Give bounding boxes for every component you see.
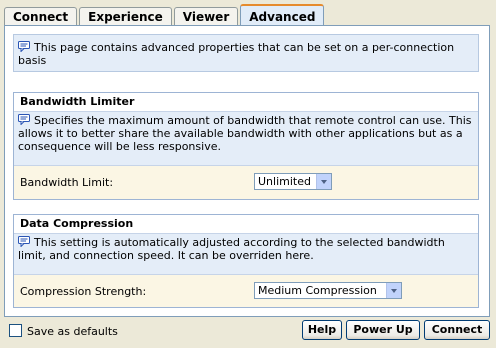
bandwidth-limit-value: Unlimited xyxy=(258,175,311,188)
tab-advanced[interactable]: Advanced xyxy=(240,4,325,26)
info-text: This page contains advanced properties t… xyxy=(18,41,455,67)
chevron-down-icon[interactable] xyxy=(316,174,331,189)
tab-strip: Connect Experience Viewer Advanced xyxy=(4,4,326,26)
compression-strength-select[interactable]: Medium Compression xyxy=(254,282,402,299)
bandwidth-description: Specifies the maximum amount of bandwidt… xyxy=(18,114,472,153)
compression-strength-label: Compression Strength: xyxy=(20,285,147,298)
info-box: This page contains advanced properties t… xyxy=(13,34,479,72)
bandwidth-limit-label: Bandwidth Limit: xyxy=(20,176,114,189)
save-defaults-checkbox[interactable] xyxy=(9,324,22,337)
data-compression-title: Data Compression xyxy=(14,215,478,234)
speech-bubble-icon xyxy=(18,41,30,52)
bandwidth-limit-row: Bandwidth Limit: Unlimited xyxy=(14,166,478,198)
tab-viewer[interactable]: Viewer xyxy=(173,7,239,26)
speech-bubble-icon xyxy=(18,114,30,125)
bandwidth-description-box: Specifies the maximum amount of bandwidt… xyxy=(14,112,478,166)
chevron-down-icon[interactable] xyxy=(386,283,401,298)
connect-button[interactable]: Connect xyxy=(424,320,490,340)
advanced-panel: This page contains advanced properties t… xyxy=(4,25,490,317)
speech-bubble-icon xyxy=(18,236,30,247)
info-text-wrap: This page contains advanced properties t… xyxy=(18,41,474,67)
help-button[interactable]: Help xyxy=(302,320,342,340)
bandwidth-limit-select[interactable]: Unlimited xyxy=(254,173,332,190)
compression-description: This setting is automatically adjusted a… xyxy=(18,236,445,262)
tab-connect[interactable]: Connect xyxy=(4,7,78,26)
compression-strength-row: Compression Strength: Medium Compression xyxy=(14,275,478,307)
tab-experience[interactable]: Experience xyxy=(79,7,172,26)
save-defaults-label[interactable]: Save as defaults xyxy=(27,325,118,338)
bandwidth-description-wrap: Specifies the maximum amount of bandwidt… xyxy=(18,114,474,153)
compression-description-wrap: This setting is automatically adjusted a… xyxy=(18,236,474,262)
data-compression-group: Data Compression This setting is automat… xyxy=(13,214,479,308)
bandwidth-limiter-title: Bandwidth Limiter xyxy=(14,93,478,112)
compression-strength-value: Medium Compression xyxy=(258,284,377,297)
bandwidth-limiter-group: Bandwidth Limiter Specifies the maximum … xyxy=(13,92,479,200)
compression-description-box: This setting is automatically adjusted a… xyxy=(14,234,478,275)
power-up-button[interactable]: Power Up xyxy=(346,320,420,340)
